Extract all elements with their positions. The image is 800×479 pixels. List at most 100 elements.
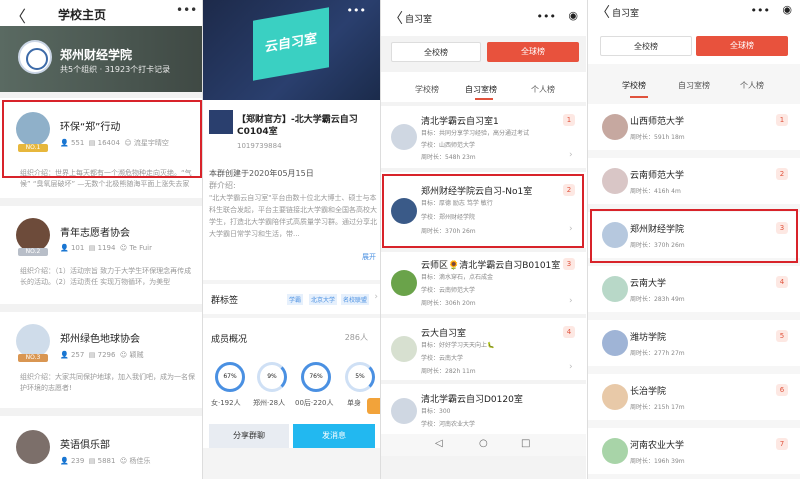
org-stats: 👤 101 ▤ 1194 ☺ Te Fuir (60, 244, 152, 252)
more-icon[interactable]: ••• (347, 4, 366, 17)
rank-badge: 1 (776, 114, 788, 126)
records-icon: ▤ (88, 457, 96, 465)
intro-label: 群介绍: (209, 181, 236, 190)
global-rank-button[interactable]: 全球榜 (696, 36, 788, 56)
tab-school[interactable]: 学校榜 (622, 80, 646, 91)
school-avatar (602, 384, 628, 410)
school-row[interactable]: 河南农业大学 周时长：196h 39m 7 (588, 428, 800, 474)
members-icon: 👤 (60, 351, 69, 359)
room-avatar (391, 398, 417, 424)
school-row[interactable]: 云南大学 周时长：283h 49m 4 (588, 266, 800, 312)
org-card-2[interactable]: NO.2 青年志愿者协会 👤 101 ▤ 1194 ☺ Te Fuir 组织介绍… (0, 206, 202, 304)
admin-icon: ☺ (119, 351, 128, 359)
room-school: 学校：云南大学 (421, 355, 464, 362)
rank-badge: 4 (563, 326, 575, 338)
more-icon[interactable]: ••• (176, 3, 197, 17)
group-detail-panel: ••• 云自习室 【郑财官方】-北大学霸云自习C0104室 1019739884… (203, 0, 380, 479)
more-icon[interactable]: ••• (751, 4, 770, 17)
highlight-box (382, 174, 584, 248)
page-title: 学校主页 (58, 8, 107, 22)
cloud-study-graphic: 云自习室 (253, 7, 329, 81)
rank-badge: 5 (776, 330, 788, 342)
school-time: 周时长：283h 49m (630, 296, 685, 303)
room-row[interactable]: 清北学霸云自习D0120室 目标：300 学校：河南农业大学 (381, 384, 586, 434)
org-card-3[interactable]: NO.3 郑州绿色地球协会 👤 257 ▤ 7296 ☺ 颖贼 组织介绍：大家共… (0, 312, 202, 408)
nav-recent-icon[interactable]: □ (521, 438, 530, 449)
header: 〈 自习室 ••• ◉ (381, 0, 586, 36)
room-row[interactable]: 云大自习室 目标：好好学习天天向上🐛 学校：云南大学 周时长：282h 11m … (381, 318, 586, 380)
chevron-right-icon: › (569, 150, 573, 160)
tab-room[interactable]: 自习室榜 (678, 80, 710, 91)
back-icon[interactable]: 〈 (10, 3, 26, 27)
tab-personal[interactable]: 个人榜 (531, 84, 555, 95)
divider (380, 0, 381, 479)
records-count: 5881 (97, 457, 116, 465)
group-tags-row[interactable]: 群标签 学霸 北京大学 名校联盟 › (203, 284, 380, 314)
target-icon[interactable]: ◉ (568, 9, 578, 22)
room-avatar (391, 270, 417, 296)
room-row[interactable]: 云师区🌻清北学霸云自习B0101室 目标：滴水穿石，点石成金 学校：云南师范大学… (381, 252, 586, 314)
school-rank-button[interactable]: 全校榜 (600, 36, 692, 56)
rank-badge: 3 (563, 258, 575, 270)
expand-link[interactable]: 展开 (362, 252, 376, 262)
room-time: 周时长：548h 23m (421, 154, 476, 161)
tab-school[interactable]: 学校榜 (415, 84, 439, 95)
school-avatar (602, 168, 628, 194)
room-goal: 目标：300 (421, 408, 451, 415)
create-date: 本群创建于2020年05月15日 (209, 169, 314, 178)
highlight-box (590, 209, 798, 263)
active-tab-indicator (630, 96, 648, 98)
members-count: 257 (70, 351, 85, 359)
school-time: 周时长：416h 4m (630, 188, 681, 195)
school-rank-button[interactable]: 全校榜 (391, 42, 481, 62)
nav-back-icon[interactable]: ◁ (435, 438, 443, 449)
school-avatar (602, 114, 628, 140)
group-info: 【郑财官方】-北大学霸云自习C0104室 1019739884 本群创建于202… (203, 100, 380, 280)
header: 〈 自习室 ••• ◉ (588, 0, 800, 30)
tab-room[interactable]: 自习室榜 (465, 84, 497, 95)
send-message-button[interactable]: 发消息 (293, 424, 375, 448)
target-icon[interactable]: ◉ (782, 3, 792, 16)
nav-home-icon[interactable]: ○ (479, 438, 488, 449)
group-title: 【郑财官方】-北大学霸云自习C0104室 (237, 115, 358, 137)
members-icon: 👤 (60, 457, 69, 465)
stat-label: 单身 (347, 399, 361, 407)
room-name: 清北学霸云自习D0120室 (421, 395, 523, 405)
intro-text: "北大学霸云自习室"平台由数十位北大博士、硕士与本科生联合发起，平台主要链接北大… (209, 194, 377, 238)
school-row[interactable]: 山西师范大学 周时长：591h 18m 1 (588, 104, 800, 150)
chevron-right-icon: › (569, 362, 573, 372)
divider (587, 0, 588, 479)
tag: 北京大学 (309, 294, 338, 305)
rank-badge: NO.2 (18, 248, 48, 256)
back-icon[interactable]: 〈 (389, 8, 403, 28)
members-count: 101 (70, 244, 85, 252)
org-name: 郑州绿色地球协会 (60, 334, 140, 345)
float-icon[interactable] (367, 398, 380, 414)
room-row[interactable]: 清北学霸云自习室1 目标：共同分享学习经验，高分通过考试 学校：山西师范大学 周… (381, 106, 586, 168)
school-row[interactable]: 云南师范大学 周时长：416h 4m 2 (588, 158, 800, 204)
records-icon: ▤ (88, 351, 96, 359)
global-rank-button[interactable]: 全球榜 (487, 42, 579, 62)
school-avatar (602, 330, 628, 356)
org-card-4[interactable]: 英语俱乐部 👤 239 ▤ 5881 ☺ 杨佳乐 (0, 416, 202, 479)
stat-ring: 67% (215, 362, 245, 392)
tab-personal[interactable]: 个人榜 (740, 80, 764, 91)
school-name: 郑州财经学院 (60, 48, 133, 62)
school-row[interactable]: 潍坊学院 周时长：277h 27m 5 (588, 320, 800, 366)
share-group-button[interactable]: 分享群聊 (209, 424, 289, 448)
school-time: 周时长：215h 17m (630, 404, 685, 411)
room-time: 周时长：306h 20m (421, 300, 476, 307)
org-name: 英语俱乐部 (60, 440, 110, 451)
org-desc: 组织介绍：（1）活动宗旨 致力于大学生环保理念再传成长的活动。（2）活动责任 实… (20, 267, 192, 286)
back-icon[interactable]: 〈 (596, 2, 610, 22)
room-name: 云师区🌻清北学霸云自习B0101室 (421, 261, 561, 271)
more-icon[interactable]: ••• (537, 10, 556, 23)
room-name: 云大自习室 (421, 329, 467, 339)
school-home-panel: 〈 学校主页 ••• 郑州财经学院 共5个组织 · 31923个打卡记录 NO.… (0, 0, 202, 479)
school-name: 云南大学 (630, 279, 667, 289)
school-row[interactable]: 长治学院 周时长：215h 17m 6 (588, 374, 800, 420)
room-avatar (391, 336, 417, 362)
org-stats: 👤 239 ▤ 5881 ☺ 杨佳乐 (60, 456, 150, 466)
school-avatar (602, 438, 628, 464)
admin-name: 杨佳乐 (129, 457, 151, 465)
